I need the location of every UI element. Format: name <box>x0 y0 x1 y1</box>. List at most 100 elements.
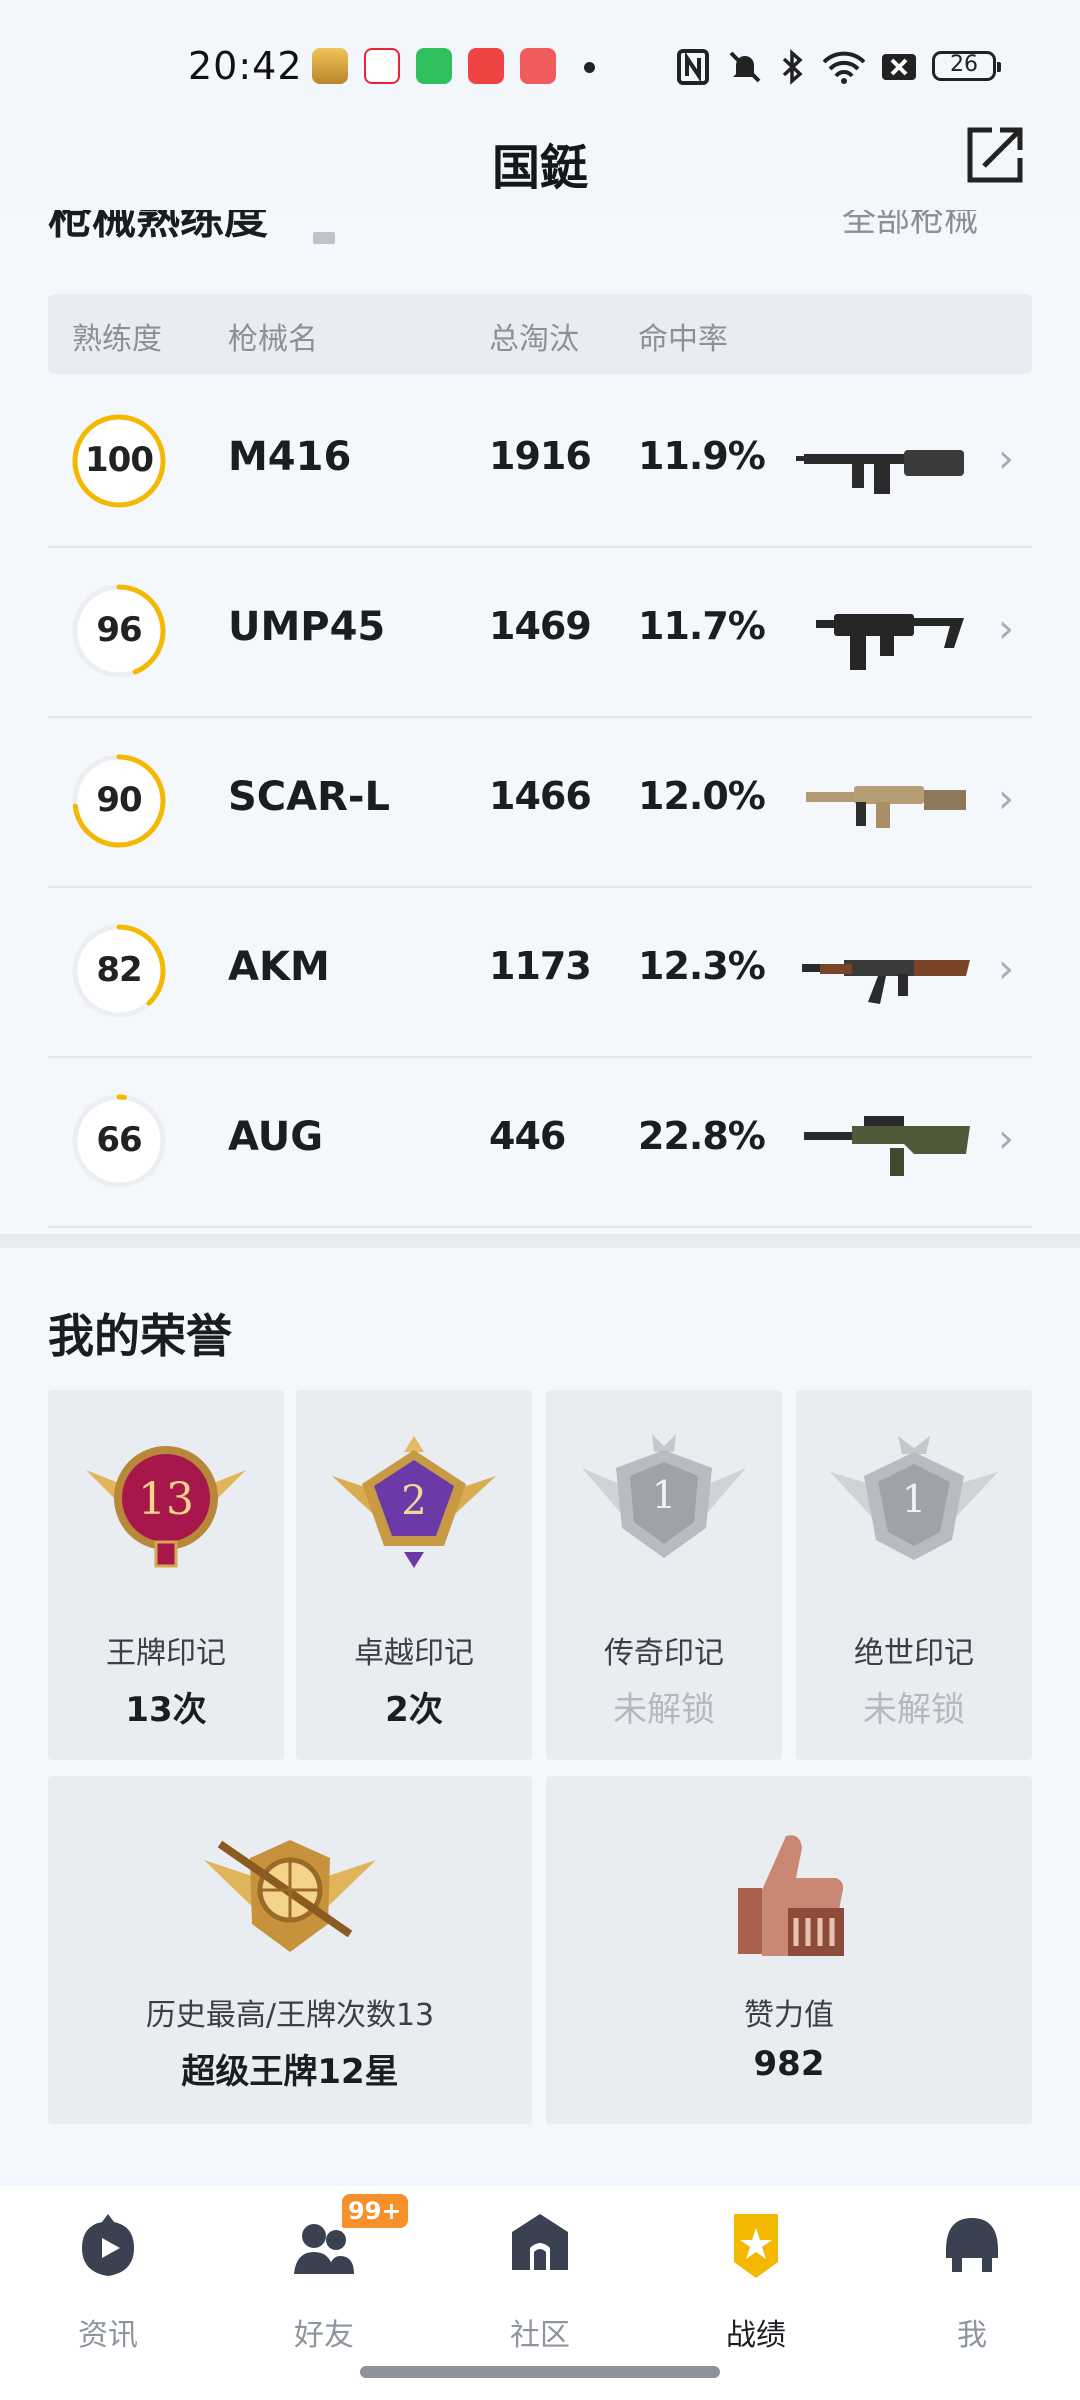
svg-text:2: 2 <box>401 1478 426 1524</box>
mark-card-excellent[interactable]: 2 卓越印记 2次 <box>296 1390 532 1760</box>
chevron-right-icon: › <box>998 1116 1014 1162</box>
page-title: 国鋌 <box>491 140 588 196</box>
app-icon-music <box>468 48 504 84</box>
mastery-ring: 82 <box>70 922 168 1020</box>
svg-text:13: 13 <box>138 1474 194 1525</box>
highest-rank-card[interactable]: 历史最高/王牌次数13 超级王牌12星 <box>48 1776 532 2124</box>
mastery-value: 90 <box>96 780 142 820</box>
weapon-kills: 1173 <box>489 944 592 988</box>
weapon-hit-rate: 11.9% <box>638 434 766 478</box>
mark-card-peerless[interactable]: 1 绝世印记 未解锁 <box>796 1390 1032 1760</box>
likes-card[interactable]: 赞力值 982 <box>546 1776 1032 2124</box>
ace-mark-badge-icon: 13 <box>86 1446 246 1568</box>
nav-community[interactable]: 社区 <box>470 2210 610 2360</box>
more-notifications-dot <box>584 62 595 73</box>
weapon-row[interactable]: 66 AUG 446 22.8% › <box>48 1056 1032 1228</box>
weapon-name: AUG <box>228 1114 324 1160</box>
share-button[interactable] <box>962 122 1028 188</box>
all-weapons-link[interactable]: 全部枪械 <box>842 210 978 241</box>
mark-name: 传奇印记 <box>604 1636 724 1671</box>
news-play-icon <box>82 2214 134 2276</box>
highest-rank-value: 超级王牌12星 <box>181 2052 399 2092</box>
weapon-hit-rate: 12.0% <box>638 774 766 818</box>
weapon-row[interactable]: 96 UMP45 1469 11.7% › <box>48 546 1032 718</box>
mark-card-legend[interactable]: 1 传奇印记 未解锁 <box>546 1390 782 1760</box>
section-divider <box>0 1234 1080 1248</box>
nav-friends[interactable]: 好友 <box>254 2210 394 2360</box>
mark-card-ace[interactable]: 13 王牌印记 13次 <box>48 1390 284 1760</box>
weapon-name: SCAR-L <box>228 774 391 820</box>
weapon-name: AKM <box>228 944 330 990</box>
chevron-right-icon: › <box>998 946 1014 992</box>
nav-record[interactable]: 战绩 <box>686 2210 826 2360</box>
honors-heading: 我的荣誉 <box>48 1309 232 1363</box>
app-icon-up <box>416 48 452 84</box>
mastery-value: 100 <box>85 440 154 480</box>
app-icon-video <box>520 48 556 84</box>
info-icon[interactable] <box>313 232 335 244</box>
nav-label: 战绩 <box>726 2318 786 2353</box>
weapon-kills: 446 <box>489 1114 566 1158</box>
weapon-mastery-section: 枪械熟练度 全部枪械 熟练度 枪械名 总淘汰 命中率 100 M416 1916 11… <box>0 210 1080 1235</box>
chevron-right-icon: › <box>998 776 1014 822</box>
peerless-mark-badge-icon: 1 <box>830 1436 998 1560</box>
mark-value: 未解锁 <box>613 1690 715 1730</box>
thumbs-up-badge-icon <box>738 1835 844 1956</box>
col-name: 枪械名 <box>228 322 318 357</box>
weapon-name: M416 <box>228 434 352 480</box>
nav-label: 社区 <box>510 2318 570 2353</box>
legend-mark-badge-icon: 1 <box>582 1434 746 1558</box>
col-mastery: 熟练度 <box>72 322 162 357</box>
mark-value: 2次 <box>385 1690 443 1730</box>
chevron-right-icon: › <box>998 606 1014 652</box>
weapon-row[interactable]: 82 AKM 1173 12.3% › <box>48 886 1032 1058</box>
honors-section: 我的荣誉 13 王牌印记 13次 2 卓越印记 2次 1 传奇印记 未解锁 1 … <box>0 1248 1080 2178</box>
weapon-image <box>804 1116 970 1176</box>
weapon-row[interactable]: 90 SCAR-L 1466 12.0% › <box>48 716 1032 888</box>
nav-news[interactable]: 资讯 <box>38 2210 178 2360</box>
signal-off-icon <box>882 54 916 80</box>
weapon-mastery-heading: 枪械熟练度 <box>48 210 268 244</box>
weapon-image <box>796 450 964 494</box>
chevron-right-icon: › <box>998 436 1014 482</box>
community-icon <box>512 2214 568 2270</box>
weapon-image <box>806 786 966 828</box>
weapon-kills: 1466 <box>489 774 592 818</box>
mark-name: 卓越印记 <box>354 1636 474 1671</box>
weapon-row[interactable]: 100 M416 1916 11.9% › <box>48 376 1032 548</box>
ace-sniper-badge-icon <box>204 1840 376 1952</box>
col-kills: 总淘汰 <box>489 322 579 357</box>
mute-icon <box>729 51 761 83</box>
weapon-table-header: 熟练度 枪械名 总淘汰 命中率 <box>48 294 1032 374</box>
svg-text:1: 1 <box>902 1477 926 1521</box>
nav-me[interactable]: 我 <box>902 2210 1042 2360</box>
weapon-image <box>802 960 970 1004</box>
app-icon-game <box>312 48 348 84</box>
weapon-kills: 1916 <box>489 434 592 478</box>
weapon-hit-rate: 11.7% <box>638 604 766 648</box>
likes-label: 赞力值 <box>744 1998 834 2033</box>
mastery-value: 66 <box>96 1120 142 1160</box>
mark-name: 王牌印记 <box>106 1636 226 1671</box>
weapon-image <box>816 614 964 670</box>
app-icon-news <box>364 48 400 84</box>
home-indicator[interactable] <box>360 2366 720 2378</box>
battery-indicator: 26 <box>932 51 1001 81</box>
col-hit-rate: 命中率 <box>638 322 728 357</box>
status-time: 20:42 <box>188 44 303 88</box>
mastery-ring: 96 <box>70 582 168 680</box>
nav-label: 好友 <box>294 2318 354 2353</box>
weapon-name: UMP45 <box>228 604 386 650</box>
highest-rank-label: 历史最高/王牌次数13 <box>145 1998 435 2033</box>
weapon-kills: 1469 <box>489 604 592 648</box>
svg-text:1: 1 <box>652 1473 676 1517</box>
mastery-value: 82 <box>96 950 142 990</box>
weapon-hit-rate: 22.8% <box>638 1114 766 1158</box>
likes-value: 982 <box>753 2044 825 2084</box>
bluetooth-icon <box>782 49 803 85</box>
mastery-ring: 100 <box>70 412 168 510</box>
nfc-icon <box>677 49 709 85</box>
wifi-icon <box>822 51 866 84</box>
mastery-value: 96 <box>96 610 142 650</box>
title-bar: 国鋌 <box>0 110 1080 210</box>
